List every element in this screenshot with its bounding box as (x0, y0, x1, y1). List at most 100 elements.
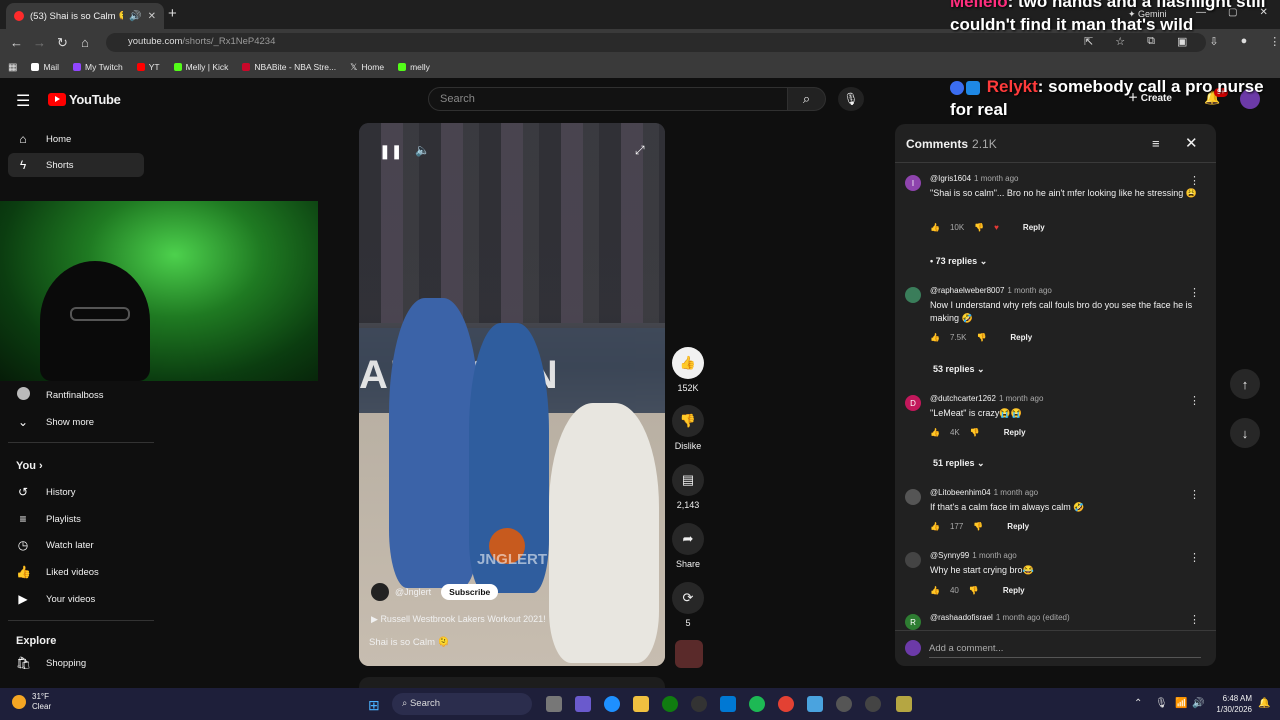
like-icon[interactable]: 👍 (930, 223, 940, 232)
weather-widget[interactable]: 31°F Clear (12, 692, 51, 712)
sidebar-item-playlists[interactable]: ≡ Playlists (8, 507, 144, 531)
short-video-player[interactable]: AME CAN JNGLERT ❚❚ 🔈 ⤢ @Jnglert Subscrib… (359, 123, 665, 666)
dislike-icon[interactable]: 👎 (973, 522, 983, 531)
view-replies-button[interactable]: 53 replies ⌄ (933, 364, 985, 375)
extensions-icon[interactable]: ⧉ (1147, 35, 1155, 48)
dislike-icon[interactable]: 👎 (969, 586, 979, 595)
subscribe-button[interactable]: Subscribe (441, 584, 499, 600)
tab-audio-icon[interactable]: 🔊 (129, 11, 141, 22)
media-player-icon[interactable] (836, 696, 852, 712)
avatar[interactable] (905, 489, 921, 505)
mic-tray-icon[interactable]: 🎙 (1155, 698, 1168, 709)
taskbar-clock[interactable]: 6:48 AM 1/30/2026 (1206, 693, 1252, 715)
sidebar-item-watch-later[interactable]: ◷ Watch later (8, 533, 144, 557)
spotify-icon[interactable] (749, 696, 765, 712)
bookmark-yt[interactable]: YT (136, 62, 160, 72)
voice-search-button[interactable]: 🎙 (838, 87, 864, 111)
taskbar-search-box[interactable]: ⌕ Search (392, 693, 532, 715)
search-button[interactable]: ⌕ (788, 87, 826, 111)
comment-author[interactable]: @Litobeenhim04 (930, 488, 991, 497)
file-explorer-icon[interactable] (633, 696, 649, 712)
tab-close-icon[interactable]: ✕ (148, 11, 156, 22)
more-options-icon[interactable]: ⋮ (1189, 394, 1200, 407)
edge-icon[interactable] (604, 696, 620, 712)
close-icon[interactable]: ✕ (1185, 134, 1198, 152)
comments-button[interactable]: ▤ 2,143 (671, 464, 705, 510)
cast-icon[interactable]: ⇱ (1084, 35, 1093, 48)
photos-icon[interactable] (807, 696, 823, 712)
more-options-icon[interactable]: ⋮ (1189, 551, 1200, 564)
reply-button[interactable]: Reply (1007, 522, 1029, 531)
menu-icon[interactable]: ⋮ (1269, 35, 1280, 48)
bookmark-star-icon[interactable]: ☆ (1115, 35, 1125, 48)
related-video-link[interactable]: ▶ Russell Westbrook Lakers Workout 2021! (371, 614, 546, 625)
channel-name[interactable]: @Jnglert (395, 587, 431, 597)
tray-chevron-icon[interactable]: ⌃ (1134, 698, 1142, 709)
sidebar-item-your-videos[interactable]: ▶ Your videos (8, 587, 144, 611)
more-options-icon[interactable]: ⋮ (1189, 488, 1200, 501)
downloads-icon[interactable]: ⇩ (1209, 35, 1218, 48)
xbox-icon[interactable] (662, 696, 678, 712)
next-short-button[interactable]: ↓ (1230, 418, 1260, 448)
reload-icon[interactable]: ↻ (57, 35, 68, 51)
sidebar-item-shorts[interactable]: ϟ Shorts (8, 153, 144, 177)
bookmark-twitch[interactable]: My Twitch (73, 62, 123, 72)
bookmark-nbabite[interactable]: NBABite - NBA Stre... (242, 62, 336, 72)
view-replies-button[interactable]: • 73 replies ⌄ (930, 256, 987, 267)
next-short-peek[interactable] (359, 677, 665, 688)
like-icon[interactable]: 👍 (930, 522, 940, 531)
sidebar-item-show-more[interactable]: ⌄ Show more (8, 410, 144, 434)
like-button[interactable]: 👍 152K (671, 347, 705, 393)
like-icon[interactable]: 👍 (930, 333, 940, 342)
windows-start-icon[interactable]: ⊞ (368, 697, 380, 714)
bookmark-x-home[interactable]: 𝕏 Home (350, 62, 384, 73)
reply-button[interactable]: Reply (1004, 428, 1026, 437)
avatar[interactable] (905, 287, 921, 303)
sort-icon[interactable]: ≡ (1152, 136, 1160, 151)
chrome-icon[interactable] (778, 696, 794, 712)
more-options-icon[interactable]: ⋮ (1189, 286, 1200, 299)
dislike-icon[interactable]: 👎 (970, 428, 980, 437)
sound-thumbnail[interactable] (675, 640, 703, 668)
channel-avatar[interactable] (371, 583, 389, 601)
browser-tab[interactable]: (53) Shai is so Calm 🫠 - Yo 🔊 ✕ (6, 3, 164, 29)
like-icon[interactable]: 👍 (930, 586, 940, 595)
copilot-icon[interactable] (575, 696, 591, 712)
comment-author[interactable]: @dutchcarter1262 (930, 394, 996, 403)
like-icon[interactable]: 👍 (930, 428, 940, 437)
apps-grid-icon[interactable]: ▦ (8, 62, 17, 73)
app-icon[interactable] (865, 696, 881, 712)
dislike-button[interactable]: 👎 Dislike (671, 405, 705, 451)
previous-short-button[interactable]: ↑ (1230, 369, 1260, 399)
reply-button[interactable]: Reply (1003, 586, 1025, 595)
you-heading[interactable]: You › (16, 460, 43, 472)
comment-author[interactable]: @Synny99 (930, 551, 969, 560)
wifi-icon[interactable]: 📶 (1175, 698, 1187, 709)
comment-author[interactable]: @raphaelweber8007 (930, 286, 1004, 295)
dislike-icon[interactable]: 👎 (976, 333, 986, 342)
search-input[interactable]: Search (428, 87, 788, 111)
sidepanel-icon[interactable]: ▣ (1177, 35, 1187, 48)
sidebar-item-shopping[interactable]: 🛍 Shopping (8, 651, 144, 675)
comment-author[interactable]: @rashaadofisrael (930, 613, 993, 622)
profile-icon[interactable]: ● (1241, 35, 1248, 48)
forward-icon[interactable]: → (33, 35, 46, 50)
reply-button[interactable]: Reply (1023, 223, 1045, 232)
sidebar-item-liked-videos[interactable]: 👍 Liked videos (8, 560, 144, 584)
avatar[interactable] (905, 552, 921, 568)
sidebar-item-subscription[interactable]: Rantfinalboss (8, 383, 144, 407)
pause-icon[interactable]: ❚❚ (379, 143, 402, 160)
dislike-icon[interactable]: 👎 (974, 223, 984, 232)
avatar[interactable]: R (905, 614, 921, 630)
back-icon[interactable]: ← (10, 35, 23, 50)
home-page-icon[interactable]: ⌂ (81, 35, 89, 50)
sidebar-item-history[interactable]: ↺ History (8, 480, 144, 504)
new-tab-icon[interactable]: + (168, 5, 177, 22)
github-icon[interactable] (691, 696, 707, 712)
bookmark-melly[interactable]: melly (398, 62, 430, 72)
notification-center-icon[interactable]: 🔔 (1258, 698, 1270, 709)
hamburger-menu-icon[interactable]: ☰ (16, 91, 30, 111)
avatar[interactable]: D (905, 395, 921, 411)
bookmark-kick[interactable]: Melly | Kick (173, 62, 228, 72)
obs-app-icon[interactable] (896, 696, 912, 712)
